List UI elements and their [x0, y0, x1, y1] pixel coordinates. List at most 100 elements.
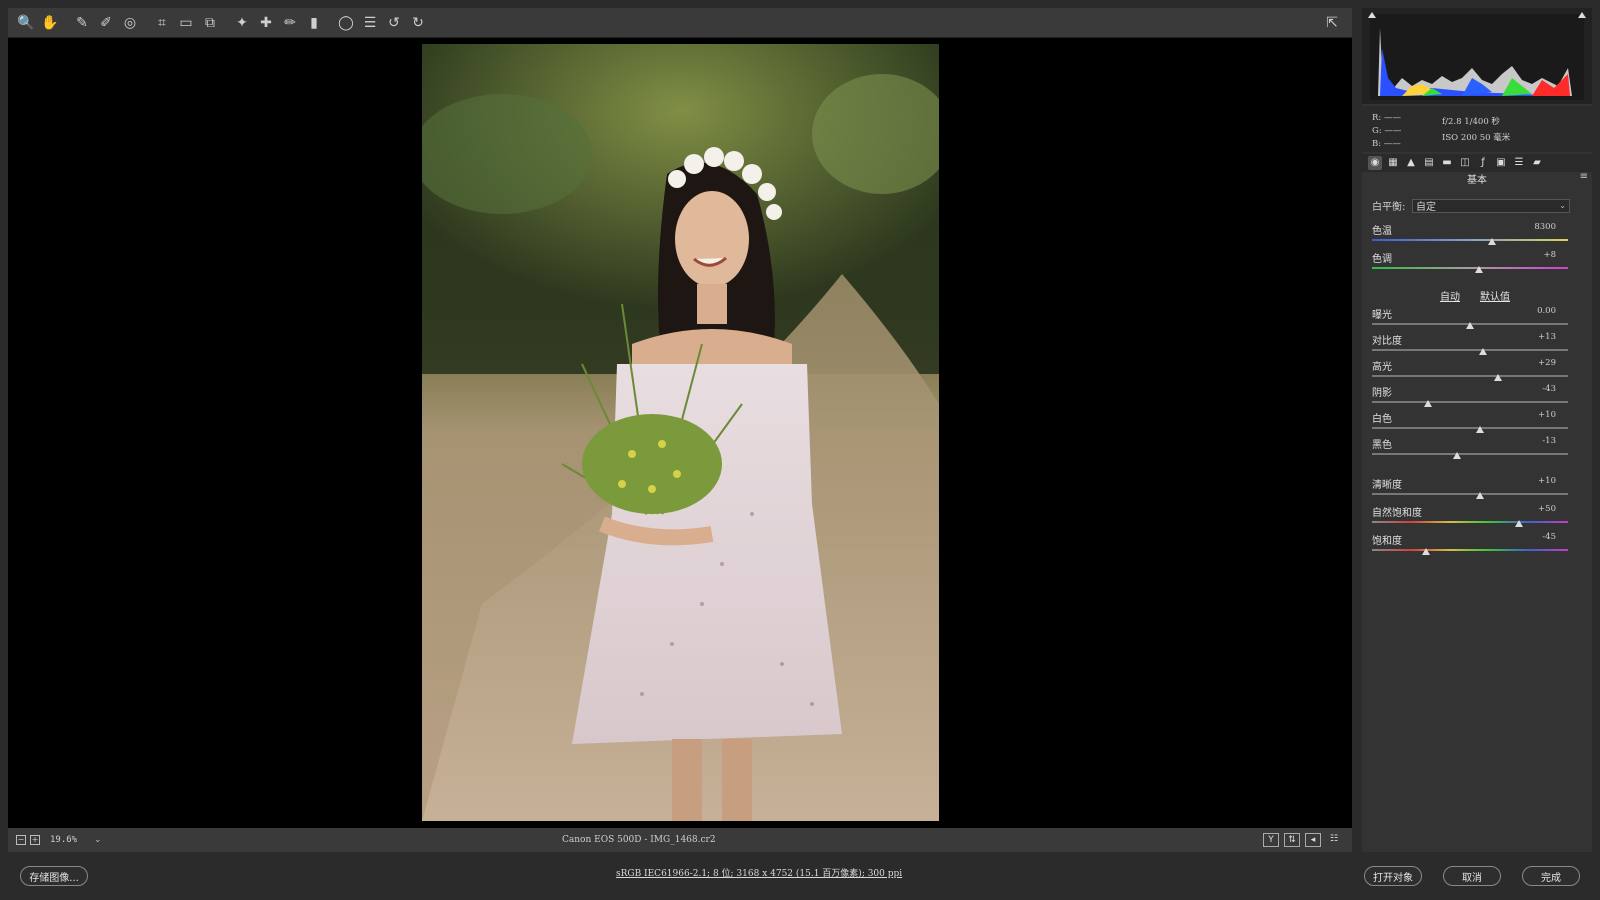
slider-thumb[interactable] [1474, 266, 1483, 273]
targeted-adjustment-tool-icon[interactable]: ◎ [118, 11, 142, 35]
zoom-tool-icon[interactable]: 🔍 [14, 11, 38, 35]
panel-menu-icon[interactable]: ≡ [1580, 171, 1588, 182]
slider-label: 色温 [1372, 226, 1392, 237]
transform-tool-icon[interactable]: ⧉ [198, 11, 222, 35]
copy-settings-icon[interactable]: ◂ [1305, 833, 1321, 847]
slider-track[interactable] [1372, 427, 1568, 429]
workflow-options-link[interactable]: sRGB IEC61966-2.1; 8 位; 3168 x 4752 (15.… [616, 866, 902, 879]
zoom-out-button[interactable]: − [16, 835, 26, 845]
slider-whites[interactable]: 白色 +10 [1372, 410, 1572, 436]
slider-clarity[interactable]: 清晰度 +10 [1372, 476, 1572, 502]
slider-thumb[interactable] [1515, 520, 1523, 527]
hand-tool-icon[interactable]: ✋ [38, 11, 62, 35]
slider-track[interactable] [1372, 493, 1568, 495]
swap-view-icon[interactable]: ⇅ [1284, 833, 1300, 847]
tab-presets-icon[interactable]: ☰ [1512, 156, 1526, 170]
tab-hsl-icon[interactable]: ▤ [1422, 156, 1436, 170]
cancel-button[interactable]: 取消 [1443, 866, 1501, 886]
slider-value[interactable]: +13 [1538, 332, 1556, 342]
slider-track[interactable] [1372, 239, 1568, 241]
slider-label: 黑色 [1372, 440, 1392, 451]
radial-filter-icon[interactable]: ◯ [334, 11, 358, 35]
slider-exposure[interactable]: 曝光 0.00 [1372, 306, 1572, 332]
open-object-button[interactable]: 打开对象 [1364, 866, 1422, 886]
tab-detail-icon[interactable]: ▲ [1404, 156, 1418, 170]
slider-thumb[interactable] [1487, 238, 1496, 245]
slider-track[interactable] [1372, 453, 1568, 455]
exif-aperture-shutter: f/2.8 1/400 秒 [1442, 117, 1500, 127]
slider-thumb[interactable] [1478, 348, 1487, 355]
save-image-button[interactable]: 存储图像... [20, 866, 88, 886]
slider-label: 自然饱和度 [1372, 508, 1422, 519]
zoom-dropdown-icon[interactable]: ⌄ [94, 835, 102, 845]
slider-value[interactable]: +8 [1543, 250, 1556, 260]
slider-track[interactable] [1372, 375, 1568, 377]
slider-thumb[interactable] [1494, 374, 1503, 381]
image-canvas[interactable] [8, 38, 1352, 828]
tab-tone-curve-icon[interactable]: ▦ [1386, 156, 1400, 170]
slider-value[interactable]: +10 [1538, 476, 1556, 486]
slider-value[interactable]: 0.00 [1537, 306, 1556, 316]
slider-track[interactable] [1372, 549, 1568, 551]
slider-highlights[interactable]: 高光 +29 [1372, 358, 1572, 384]
slider-value[interactable]: +50 [1538, 504, 1556, 514]
slider-contrast[interactable]: 对比度 +13 [1372, 332, 1572, 358]
slider-temp[interactable]: 色温 8300 [1372, 222, 1572, 248]
slider-track[interactable] [1372, 267, 1568, 269]
slider-track[interactable] [1372, 401, 1568, 403]
slider-value[interactable]: +29 [1538, 358, 1556, 368]
red-eye-removal-icon[interactable]: ✚ [254, 11, 278, 35]
slider-value[interactable]: -43 [1542, 384, 1556, 394]
slider-saturation[interactable]: 饱和度 -45 [1372, 532, 1572, 558]
slider-value[interactable]: 8300 [1534, 222, 1556, 232]
slider-value[interactable]: -13 [1542, 436, 1556, 446]
slider-thumb[interactable] [1475, 492, 1484, 499]
slider-thumb[interactable] [1475, 426, 1484, 433]
tab-lens-icon[interactable]: ◫ [1458, 156, 1472, 170]
rotate-left-icon[interactable]: ↺ [382, 11, 406, 35]
crop-tool-icon[interactable]: ⌗ [150, 11, 174, 35]
section-title-label: 基本 [1467, 175, 1487, 186]
section-title: 基本 ≡ [1362, 171, 1592, 186]
slider-vibrance[interactable]: 自然饱和度 +50 [1372, 504, 1572, 530]
done-button[interactable]: 完成 [1522, 866, 1580, 886]
tab-effects-icon[interactable]: ƒ [1476, 156, 1490, 170]
slider-track[interactable] [1372, 349, 1568, 351]
slider-value[interactable]: +10 [1538, 410, 1556, 420]
white-balance-select[interactable]: 自定 ⌄ [1412, 198, 1570, 213]
slider-shadows[interactable]: 阴影 -43 [1372, 384, 1572, 410]
white-balance-label: 白平衡: [1372, 202, 1406, 213]
tab-basic-icon[interactable]: ◉ [1368, 156, 1382, 170]
zoom-level[interactable]: 19.6% [50, 835, 90, 845]
adjustment-brush-icon[interactable]: ✏ [278, 11, 302, 35]
preferences-icon[interactable]: ☰ [358, 11, 382, 35]
zoom-in-button[interactable]: + [30, 835, 40, 845]
default-link[interactable]: 默认值 [1480, 288, 1510, 303]
before-after-toggle-icon[interactable]: Y [1263, 833, 1279, 847]
color-sampler-tool-icon[interactable]: ✐ [94, 11, 118, 35]
tab-camera-calibration-icon[interactable]: ▣ [1494, 156, 1508, 170]
blue-readout: B: —— [1372, 139, 1401, 149]
tab-split-toning-icon[interactable]: ▬ [1440, 156, 1454, 170]
slider-thumb[interactable] [1423, 400, 1432, 407]
toolbar: 🔍 ✋ ✎ ✐ ◎ ⌗ ▭ ⧉ ✦ ✚ ✏ ▮ ◯ ☰ ↺ ↻ ⇱ [8, 8, 1352, 38]
straighten-tool-icon[interactable]: ▭ [174, 11, 198, 35]
slider-tint[interactable]: 色调 +8 [1372, 250, 1572, 276]
slider-blacks[interactable]: 黑色 -13 [1372, 436, 1572, 462]
slider-thumb[interactable] [1453, 452, 1462, 459]
slider-thumb[interactable] [1421, 548, 1430, 555]
fullscreen-toggle-icon[interactable]: ⇱ [1320, 11, 1344, 35]
slider-value[interactable]: -45 [1542, 532, 1556, 542]
footer: 存储图像... sRGB IEC61966-2.1; 8 位; 3168 x 4… [0, 852, 1600, 900]
slider-thumb[interactable] [1466, 322, 1474, 329]
white-balance-tool-icon[interactable]: ✎ [70, 11, 94, 35]
tab-snapshots-icon[interactable]: ▰ [1530, 156, 1544, 170]
slider-track[interactable] [1372, 521, 1568, 523]
auto-link[interactable]: 自动 [1440, 288, 1460, 303]
rotate-right-icon[interactable]: ↻ [406, 11, 430, 35]
exif-iso-focal: ISO 200 50 毫米 [1442, 133, 1511, 143]
spot-removal-tool-icon[interactable]: ✦ [230, 11, 254, 35]
graduated-filter-icon[interactable]: ▮ [302, 11, 326, 35]
toggle-settings-icon[interactable]: ☷ [1326, 833, 1342, 847]
adjustment-panel: R: —— G: —— B: —— f/2.8 1/400 秒 ISO 200 … [1362, 8, 1592, 852]
